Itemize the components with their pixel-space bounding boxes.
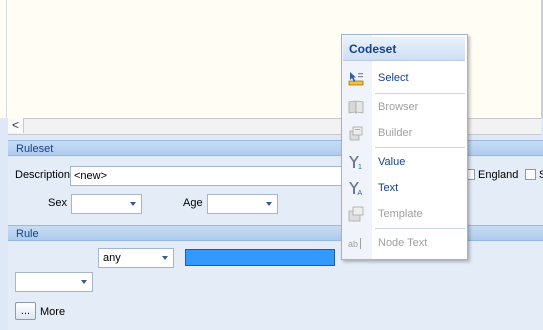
description-input[interactable]: <new> [70, 166, 350, 186]
codeset-context-menu: Codeset Select Browser Builder 1 Value A… [341, 34, 468, 260]
chevron-down-icon[interactable] [162, 256, 168, 260]
blank-combo[interactable] [15, 272, 93, 292]
age-label: Age [183, 197, 203, 209]
chevron-down-icon[interactable] [130, 202, 136, 206]
menu-separator [375, 228, 465, 229]
sex-combo[interactable] [71, 194, 142, 214]
template-icon [348, 206, 364, 222]
select-icon [348, 70, 364, 86]
menu-separator [375, 93, 465, 94]
menu-item-label: Value [378, 156, 406, 168]
menu-title: Codeset [343, 37, 465, 61]
menu-item-label: Node Text [378, 237, 428, 249]
ab-icon: ab [348, 235, 364, 251]
menu-item-label: Text [378, 182, 399, 194]
value-icon: 1 [348, 154, 364, 171]
description-label: Description [15, 169, 71, 181]
menu-item-value[interactable]: 1 Value [342, 150, 467, 174]
partial-checkbox[interactable] [525, 169, 536, 180]
menu-item-builder[interactable]: Builder [342, 121, 467, 145]
age-combo[interactable] [207, 194, 278, 214]
england-label: England [478, 169, 519, 181]
selected-value-field[interactable] [185, 249, 335, 266]
more-button[interactable]: ... [15, 302, 36, 320]
svg-text:1: 1 [358, 164, 362, 170]
svg-text:ab: ab [348, 239, 358, 249]
menu-item-text[interactable]: A Text [342, 176, 467, 200]
menu-item-label: Template [378, 208, 423, 220]
scroll-left-icon[interactable]: < [8, 118, 24, 133]
menu-item-label: Browser [378, 101, 419, 113]
builder-icon [348, 125, 364, 141]
chevron-down-icon[interactable] [81, 280, 87, 284]
menu-item-select[interactable]: Select [342, 66, 467, 90]
any-combo[interactable]: any [98, 248, 174, 268]
menu-item-template[interactable]: Template [342, 202, 467, 226]
text-icon: A [348, 180, 364, 197]
menu-separator [375, 147, 465, 148]
partial-checkbox-label: S [539, 169, 543, 181]
any-combo-value: any [103, 252, 121, 264]
menu-item-browser[interactable]: Browser [342, 95, 467, 119]
more-label: More [40, 306, 66, 318]
book-icon [348, 99, 364, 115]
svg-text:A: A [358, 190, 363, 196]
menu-item-label: Select [378, 72, 409, 84]
canvas-left-border [6, 0, 7, 118]
menu-item-label: Builder [378, 127, 413, 139]
chevron-down-icon[interactable] [266, 202, 272, 206]
sex-label: Sex [48, 197, 67, 209]
menu-item-node-text[interactable]: ab Node Text [342, 231, 467, 255]
